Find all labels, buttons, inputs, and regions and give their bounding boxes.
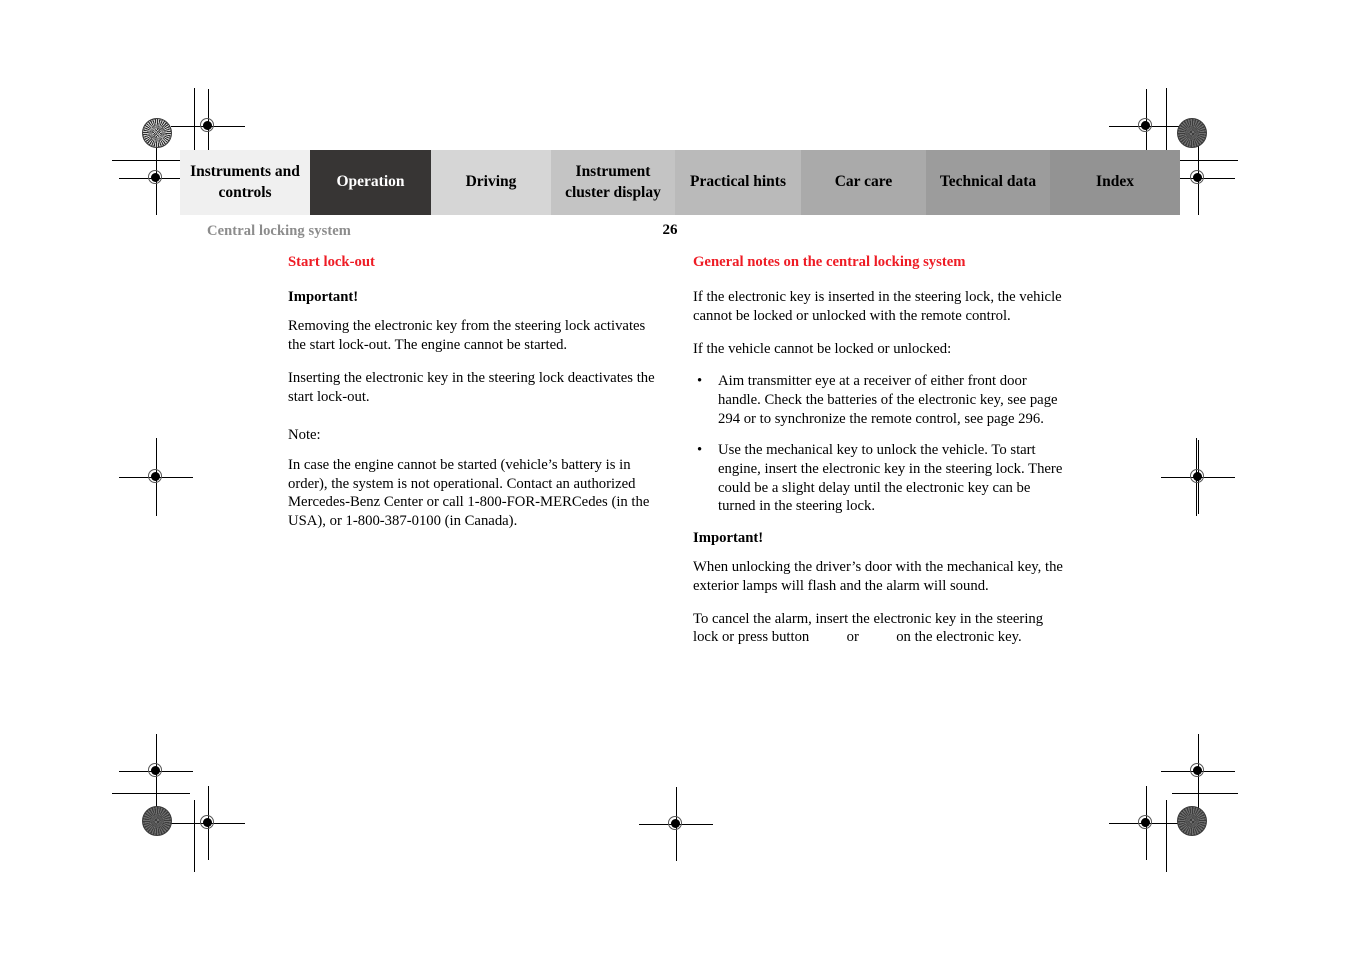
trim-line-bottom-left-horizontal <box>112 793 190 794</box>
tab-label: Technical data <box>939 173 1037 191</box>
right-paragraph-4: To cancel the alarm, insert the electron… <box>693 610 1065 647</box>
tab-label: Practical hints <box>690 173 786 191</box>
left-note-text: In case the engine cannot be started (ve… <box>288 456 650 529</box>
chapter-tab-bar: Instruments and controls Operation Drivi… <box>180 150 1180 215</box>
list-item: • Aim transmitter eye at a receiver of e… <box>693 372 1065 428</box>
left-column: Start lock-out Important! Removing the e… <box>288 253 660 545</box>
tab-label: Driving <box>465 173 517 191</box>
registration-target-bottom-left-upper <box>119 734 193 808</box>
rosette-mark-top-right <box>1177 118 1207 148</box>
tab-driving[interactable]: Driving <box>431 150 551 215</box>
right-column: General notes on the central locking sys… <box>693 253 1065 661</box>
rosette-mark-bottom-left <box>142 806 172 836</box>
trim-line-top-left-horizontal <box>112 160 190 161</box>
bullet-icon: • <box>697 373 703 390</box>
right-paragraph-4-part-2: or <box>846 629 859 646</box>
tab-label: Instrument cluster display <box>565 162 661 201</box>
right-paragraph-4-part-3: on the electronic key. <box>896 629 1022 646</box>
tab-label: Car care <box>834 173 893 191</box>
left-section-heading: Start lock-out <box>288 254 375 270</box>
rosette-mark-bottom-right <box>1177 806 1207 836</box>
list-item-text: Use the mechanical key to unlock the veh… <box>718 442 1063 515</box>
trim-line-bottom-right-horizontal <box>1172 793 1238 794</box>
registration-target-bottom-right-lower <box>1109 786 1183 860</box>
left-important-label: Important! <box>288 289 359 306</box>
trim-line-bottom-right-vertical <box>1166 800 1167 872</box>
left-paragraph-2: Inserting the electronic key in the stee… <box>288 369 655 405</box>
registration-target-mid-left <box>119 440 193 514</box>
tab-instrument-cluster-display[interactable]: Instrument cluster display <box>551 150 675 215</box>
registration-target-top-right-upper <box>1109 89 1183 163</box>
tab-instruments-and-controls[interactable]: Instruments and controls <box>180 150 310 215</box>
registration-target-bottom-right-upper <box>1161 734 1235 808</box>
tab-label: Operation <box>336 173 405 191</box>
page-number: 26 <box>662 222 678 238</box>
left-note-label: Note: <box>288 427 321 444</box>
tab-label: Instruments and controls <box>190 162 300 201</box>
left-paragraph-1: Removing the electronic key from the ste… <box>288 318 646 354</box>
right-paragraph-3: When unlocking the driver’s door with th… <box>693 559 1063 594</box>
trim-line-top-right-horizontal <box>1172 160 1238 161</box>
registration-target-bottom-center <box>639 787 713 861</box>
right-paragraph-2: If the vehicle cannot be locked or unloc… <box>693 340 952 357</box>
rosette-mark-top-left <box>142 118 172 148</box>
running-head: Central locking system <box>207 223 351 239</box>
registration-target-top-left-upper <box>171 89 245 163</box>
tab-car-care[interactable]: Car care <box>801 150 926 215</box>
list-item-text: Aim transmitter eye at a receiver of eit… <box>718 373 1058 427</box>
right-section-heading: General notes on the central locking sys… <box>693 254 966 270</box>
registration-target-top-right-lower <box>1161 141 1235 215</box>
registration-target-bottom-left-lower <box>171 786 245 860</box>
right-bullet-list: • Aim transmitter eye at a receiver of e… <box>693 372 1065 516</box>
right-important-label: Important! <box>693 530 764 547</box>
list-item: • Use the mechanical key to unlock the v… <box>693 441 1065 516</box>
tab-technical-data[interactable]: Technical data <box>926 150 1050 215</box>
tab-practical-hints[interactable]: Practical hints <box>675 150 801 215</box>
tab-label: Index <box>1096 173 1134 191</box>
tab-index[interactable]: Index <box>1050 150 1180 215</box>
bullet-icon: • <box>697 442 703 459</box>
right-paragraph-1: If the electronic key is inserted in the… <box>693 289 1062 325</box>
registration-target-top-left-lower <box>119 141 193 215</box>
tab-operation[interactable]: Operation <box>310 150 431 215</box>
registration-target-mid-right <box>1161 440 1235 514</box>
